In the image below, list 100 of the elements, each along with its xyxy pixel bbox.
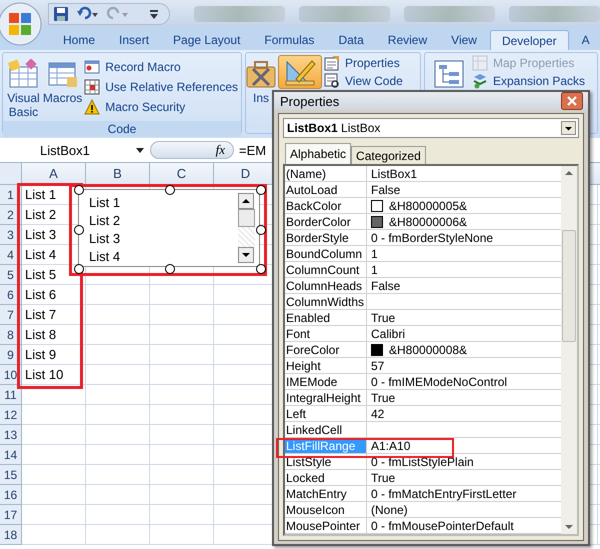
property-value[interactable]: 1 (371, 246, 378, 262)
scroll-thumb[interactable] (238, 209, 255, 227)
formula-field[interactable]: =EM (234, 142, 266, 158)
property-value[interactable]: 0 - fmMousePointerDefault (371, 518, 514, 534)
property-name[interactable]: Locked (285, 470, 367, 485)
column-header[interactable]: B (86, 163, 150, 185)
toolbox-icon (245, 59, 277, 89)
column-header[interactable]: A (22, 163, 86, 185)
ribbon-tab[interactable]: Page Layout (162, 30, 252, 50)
scroll-down-icon[interactable] (238, 247, 254, 263)
property-value[interactable]: 0 - fmIMEModeNoControl (371, 374, 508, 390)
properties-tab[interactable]: Alphabetic (285, 143, 352, 164)
property-value[interactable]: True (371, 470, 396, 486)
ribbon-tab[interactable]: Review (376, 30, 438, 50)
list-item[interactable]: List 3 (89, 230, 238, 248)
list-item[interactable]: List 2 (89, 212, 238, 230)
ribbon-button[interactable]: Properties (324, 55, 403, 71)
property-name[interactable]: Left (285, 406, 367, 421)
scroll-up-icon[interactable] (238, 193, 254, 209)
property-name[interactable]: IntegralHeight (285, 390, 367, 405)
ribbon-tab[interactable]: View (440, 30, 488, 50)
ribbon-button[interactable]: Expansion Packs (472, 73, 586, 89)
property-name[interactable]: BoundColumn (285, 246, 367, 261)
property-name[interactable]: BorderStyle (285, 230, 367, 245)
property-name[interactable]: Font (285, 326, 367, 341)
row-header[interactable]: 18 (0, 525, 22, 545)
grid-icon (7, 59, 40, 89)
properties-tab[interactable]: Categorized (351, 146, 426, 164)
ribbon-tab[interactable]: Developer (490, 30, 569, 50)
property-value[interactable]: 42 (371, 406, 384, 422)
property-name[interactable]: ColumnHeads (285, 278, 367, 293)
property-name[interactable]: ColumnCount (285, 262, 367, 277)
window-title: Properties (280, 94, 340, 108)
property-name[interactable]: ListStyle (285, 454, 367, 469)
property-value[interactable]: (None) (371, 502, 408, 518)
row-header[interactable]: 13 (0, 425, 22, 445)
property-value[interactable]: Calibri (371, 326, 406, 342)
list-item[interactable]: List 1 (89, 194, 238, 212)
ribbon-tab[interactable]: Formulas (253, 30, 326, 50)
row-header[interactable]: 16 (0, 485, 22, 505)
property-name[interactable]: IMEMode (285, 374, 367, 389)
property-name[interactable]: ColumnWidths (285, 294, 367, 309)
function-button[interactable]: fx (150, 141, 234, 159)
undo-icon[interactable] (77, 6, 99, 22)
ribbon-button[interactable]: View Code (324, 73, 403, 89)
object-dropdown[interactable]: ListBox1 ListBox (283, 118, 579, 138)
row-header[interactable]: 12 (0, 405, 22, 425)
property-name[interactable]: ForeColor (285, 342, 367, 357)
property-value[interactable]: 0 - fmListStylePlain (371, 454, 474, 470)
ribbon-tab[interactable]: A (570, 30, 600, 50)
macros-button[interactable]: Macros (42, 55, 82, 119)
property-name[interactable]: Height (285, 358, 367, 373)
property-value[interactable]: 0 - fmBorderStyleNone (371, 230, 494, 246)
property-name[interactable]: (Name) (285, 166, 367, 181)
property-value[interactable]: True (371, 310, 396, 326)
property-value[interactable]: True (371, 390, 396, 406)
property-name[interactable]: AutoLoad (285, 182, 367, 197)
ribbon-tab[interactable]: Home (52, 30, 106, 50)
select-all-corner[interactable] (0, 163, 22, 185)
ribbon-tab[interactable]: Insert (108, 30, 160, 50)
property-name[interactable]: Enabled (285, 310, 367, 325)
property-value[interactable]: ListBox1 (371, 166, 418, 182)
property-name[interactable]: LinkedCell (285, 422, 367, 437)
property-value[interactable]: &H80000008& (389, 342, 468, 358)
selection-handle[interactable] (74, 264, 84, 274)
row-header[interactable]: 11 (0, 385, 22, 405)
column-header[interactable]: C (150, 163, 214, 185)
property-value[interactable]: False (371, 278, 400, 294)
property-value[interactable]: &H80000005& (389, 198, 468, 214)
list-box[interactable]: List 1 List 2 List 3 List 4 (78, 189, 260, 267)
ribbon-tab[interactable]: Data (327, 30, 375, 50)
property-name[interactable]: MatchEntry (285, 486, 367, 501)
visual-basic-button[interactable]: Visual Basic (6, 55, 41, 119)
property-name[interactable]: BorderColor (285, 214, 367, 229)
row-header[interactable]: 15 (0, 465, 22, 485)
design-mode-button[interactable] (278, 55, 322, 89)
property-value[interactable]: A1:A10 (371, 438, 410, 454)
save-icon[interactable] (53, 6, 69, 22)
selection-handle[interactable] (74, 225, 84, 235)
scrollbar[interactable] (238, 190, 255, 266)
cell-text: List 8 (25, 327, 56, 342)
property-value[interactable]: 1 (371, 262, 378, 278)
scrollbar[interactable] (561, 166, 577, 534)
scroll-thumb[interactable] (562, 230, 576, 342)
row-header[interactable]: 14 (0, 445, 22, 465)
close-icon[interactable] (561, 92, 583, 110)
property-value[interactable]: False (371, 182, 400, 198)
list-item[interactable]: List 4 (89, 248, 238, 266)
customize-toolbar-icon[interactable] (149, 8, 159, 20)
row-header[interactable]: 17 (0, 505, 22, 525)
property-name[interactable]: MousePointer (285, 518, 367, 533)
ribbon-button[interactable]: Use Relative References (84, 79, 238, 95)
name-box[interactable]: ListBox1 (0, 142, 150, 158)
ribbon-button[interactable]: Record Macro (84, 59, 238, 75)
property-value[interactable]: 0 - fmMatchEntryFirstLetter (371, 486, 516, 502)
property-value[interactable]: 57 (371, 358, 384, 374)
ribbon-button[interactable]: Macro Security (84, 99, 238, 115)
property-name[interactable]: BackColor (285, 198, 367, 213)
property-value[interactable]: &H80000006& (389, 214, 468, 230)
property-name[interactable]: MouseIcon (285, 502, 367, 517)
